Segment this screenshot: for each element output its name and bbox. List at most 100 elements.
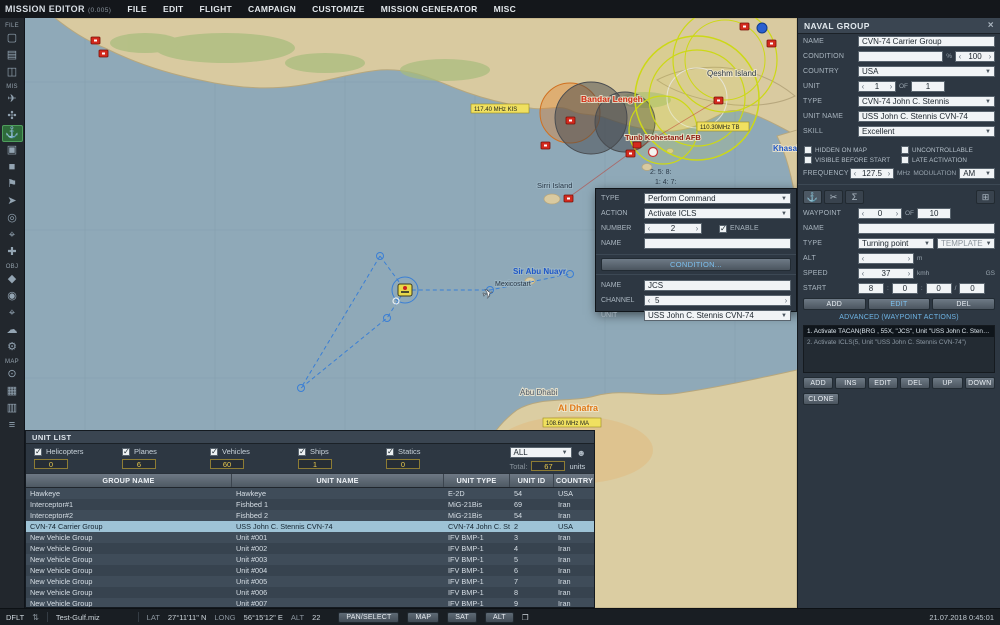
ruler-tool-icon[interactable]: ⌖ — [2, 227, 23, 244]
unit-name-input[interactable]: USS John C. Stennis CVN-74 — [858, 111, 995, 122]
preset-selector[interactable]: DFLT — [6, 613, 24, 622]
condition-bar[interactable] — [858, 51, 944, 62]
filter-checkbox[interactable]: Planes — [122, 447, 206, 456]
enable-checkbox[interactable] — [719, 224, 727, 233]
filter-checkbox[interactable]: Ships — [298, 447, 382, 456]
wp-type-select[interactable]: Turning point ▼ — [858, 238, 934, 249]
option-checkbox[interactable]: VISIBLE BEFORE START — [804, 156, 897, 164]
bullseye-icon[interactable]: ◉ — [2, 288, 23, 305]
grid-icon[interactable]: ▦ — [2, 383, 23, 400]
pan-select-button[interactable]: PAN/SELECT — [338, 611, 400, 623]
airfield-icon[interactable] — [647, 146, 659, 158]
checkbox-icon[interactable] — [386, 447, 394, 456]
table-row[interactable]: Hawkeye Hawkeye E-2D 54 USA — [26, 488, 594, 499]
unit-index-spinner[interactable]: ‹ 1 › — [858, 81, 896, 92]
route-edit-tab[interactable]: ✂ — [824, 190, 843, 204]
checkbox-icon[interactable] — [901, 156, 909, 164]
table-row[interactable]: New Vehicle Group Unit #004 IFV BMP-1 6 … — [26, 565, 594, 576]
filter-checkbox[interactable]: Helicopters — [34, 447, 118, 456]
command-type-select[interactable]: Perform Command ▼ — [644, 193, 791, 204]
table-row[interactable]: New Vehicle Group Unit #007 IFV BMP-1 9 … — [26, 598, 594, 607]
alt-spinner[interactable]: ‹ › — [858, 253, 914, 264]
checkbox-icon[interactable] — [298, 447, 306, 456]
action-button[interactable]: ADD — [803, 377, 834, 389]
options-icon[interactable]: ⚙ — [2, 339, 23, 356]
helicopter-tool-icon[interactable]: ✣ — [2, 108, 23, 125]
start-hours-spinner[interactable]: 8 — [858, 283, 884, 294]
checkbox-icon[interactable] — [210, 447, 218, 456]
country-select[interactable]: USA ▼ — [858, 66, 995, 77]
unit-total-input[interactable]: 1 — [911, 81, 946, 92]
table-row[interactable]: New Vehicle Group Unit #003 IFV BMP-1 5 … — [26, 554, 594, 565]
close-icon[interactable]: × — [988, 20, 994, 31]
checkbox-icon[interactable] — [122, 447, 130, 456]
col-group-name[interactable]: GROUP NAME — [26, 474, 232, 487]
new-mission-icon[interactable]: ▢ — [2, 30, 23, 47]
speed-spinner[interactable]: ‹ 37 › — [858, 268, 914, 279]
clone-button[interactable]: CLONE — [803, 393, 839, 405]
channel-spinner[interactable]: ‹ 5 › — [644, 295, 791, 306]
window-icon[interactable]: ❐ — [522, 613, 529, 622]
icls-name-input[interactable]: JCS — [644, 280, 791, 291]
skill-select[interactable]: Excellent ▼ — [858, 126, 995, 137]
measure-icon[interactable]: ≡ — [2, 417, 23, 434]
col-unit-type[interactable]: UNIT TYPE — [444, 474, 510, 487]
waypoint-index-spinner[interactable]: ‹ 0 › — [858, 208, 902, 219]
summary-tab[interactable]: Σ — [845, 190, 864, 204]
checkbox-icon[interactable] — [804, 146, 812, 154]
layers-icon[interactable]: ▥ — [2, 400, 23, 417]
zoom-icon[interactable]: ⊙ — [2, 366, 23, 383]
payload-tab[interactable]: ⊞ — [976, 190, 995, 204]
checkbox-icon[interactable] — [901, 146, 909, 154]
option-checkbox[interactable]: HIDDEN ON MAP — [804, 146, 897, 154]
advanced-actions-link[interactable]: ADVANCED (WAYPOINT ACTIONS) — [798, 312, 1000, 323]
template-select[interactable]: TEMPLATE ▼ — [937, 238, 995, 249]
weather-icon[interactable]: ☁ — [2, 322, 23, 339]
preset-arrows-icon[interactable]: ⇅ — [32, 613, 39, 622]
action-button[interactable]: DOWN — [964, 377, 995, 389]
action-list-item[interactable]: 2. Activate ICLS(5, Unit "USS John C. St… — [804, 337, 994, 348]
route-tool-icon[interactable]: ➤ — [2, 193, 23, 210]
modulation-select[interactable]: AM ▼ — [959, 168, 995, 179]
open-mission-icon[interactable]: ▤ — [2, 47, 23, 64]
action-button[interactable]: INS — [835, 377, 866, 389]
menu-item[interactable]: FILE — [119, 4, 155, 14]
waypoint-del-button[interactable]: DEL — [932, 298, 996, 310]
action-button[interactable]: UP — [932, 377, 963, 389]
frequency-spinner[interactable]: ‹ 127.5 › — [850, 168, 894, 179]
col-country[interactable]: COUNTRY — [554, 474, 594, 487]
number-spinner[interactable]: ‹ 2 › — [644, 223, 702, 234]
waypoints-tab[interactable]: ⚓ — [803, 190, 822, 204]
carrier-group-icon[interactable] — [397, 283, 413, 297]
wp-name-input[interactable] — [858, 223, 995, 234]
action-button[interactable]: EDIT — [867, 377, 898, 389]
ship-type-select[interactable]: CVN-74 John C. Stennis ▼ — [858, 96, 995, 107]
action-list-item[interactable]: 1. Activate TACAN(BRG , 55X, "JCS", Unit… — [804, 326, 994, 337]
table-row[interactable]: Interceptor#2 Fishbed 2 MiG-21Bis 54 Ira… — [26, 510, 594, 521]
coalition-filter-select[interactable]: ALL ▼ — [509, 447, 572, 458]
condition-button[interactable]: CONDITION... — [601, 258, 791, 271]
condition-spinner[interactable]: ‹ 100 › — [955, 51, 995, 62]
zone-tool-icon[interactable]: ◎ — [2, 210, 23, 227]
aircraft-tool-icon[interactable]: ✈ — [2, 91, 23, 108]
table-row[interactable]: New Vehicle Group Unit #005 IFV BMP-1 7 … — [26, 576, 594, 587]
menu-item[interactable]: CUSTOMIZE — [304, 4, 373, 14]
filter-checkbox[interactable]: Vehicles — [210, 447, 294, 456]
table-row[interactable]: New Vehicle Group Unit #002 IFV BMP-1 4 … — [26, 543, 594, 554]
menu-item[interactable]: EDIT — [155, 4, 192, 14]
map-layer-button[interactable]: MAP — [407, 611, 440, 623]
save-mission-icon[interactable]: ◫ — [2, 64, 23, 81]
table-row[interactable]: CVN-74 Carrier Group USS John C. Stennis… — [26, 521, 594, 532]
menu-item[interactable]: CAMPAIGN — [240, 4, 304, 14]
start-minutes-spinner[interactable]: 0 — [891, 283, 918, 294]
checkbox-icon[interactable] — [804, 156, 812, 164]
static-tool-icon[interactable]: ■ — [2, 159, 23, 176]
start-seconds-spinner[interactable]: 0 — [925, 283, 952, 294]
table-row[interactable]: New Vehicle Group Unit #001 IFV BMP-1 3 … — [26, 532, 594, 543]
sat-layer-button[interactable]: SAT — [447, 611, 477, 623]
unit-select[interactable]: USS John C. Stennis CVN-74 ▼ — [644, 310, 791, 321]
alt-layer-button[interactable]: ALT — [484, 611, 514, 623]
action-button[interactable]: DEL — [899, 377, 931, 389]
label-tool-icon[interactable]: ✚ — [2, 244, 23, 261]
waypoint-edit-button[interactable]: EDIT — [867, 298, 931, 310]
